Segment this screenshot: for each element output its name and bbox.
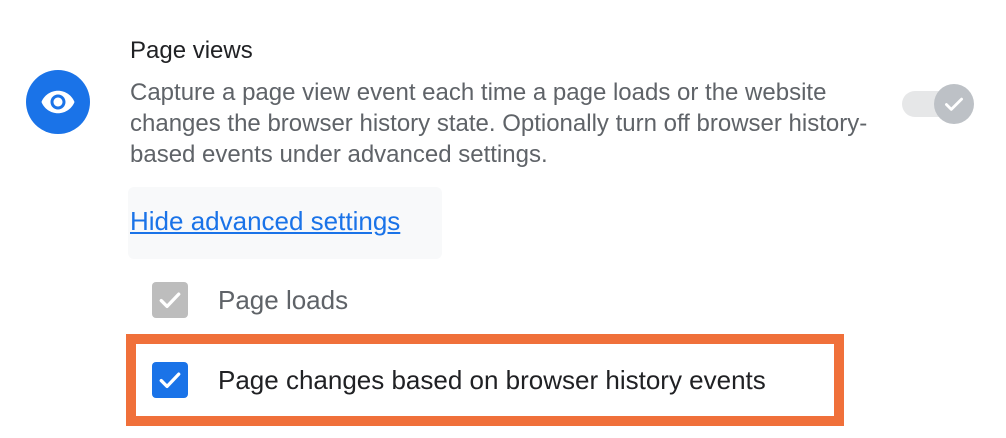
highlight-box xyxy=(126,334,844,426)
page-loads-checkbox xyxy=(152,282,188,318)
page-loads-label: Page loads xyxy=(218,284,349,315)
section-description: Capture a page view event each time a pa… xyxy=(130,79,868,168)
hide-advanced-settings-link[interactable]: Hide advanced settings xyxy=(130,206,400,237)
section-title: Page views xyxy=(130,37,253,64)
option-page-loads: Page loads xyxy=(152,282,348,318)
page-views-icon-circle xyxy=(26,70,90,134)
eye-icon xyxy=(41,90,75,114)
page-views-toggle[interactable] xyxy=(900,84,976,124)
toggle-thumb xyxy=(934,84,974,124)
check-icon xyxy=(945,97,963,111)
check-icon xyxy=(159,292,181,309)
